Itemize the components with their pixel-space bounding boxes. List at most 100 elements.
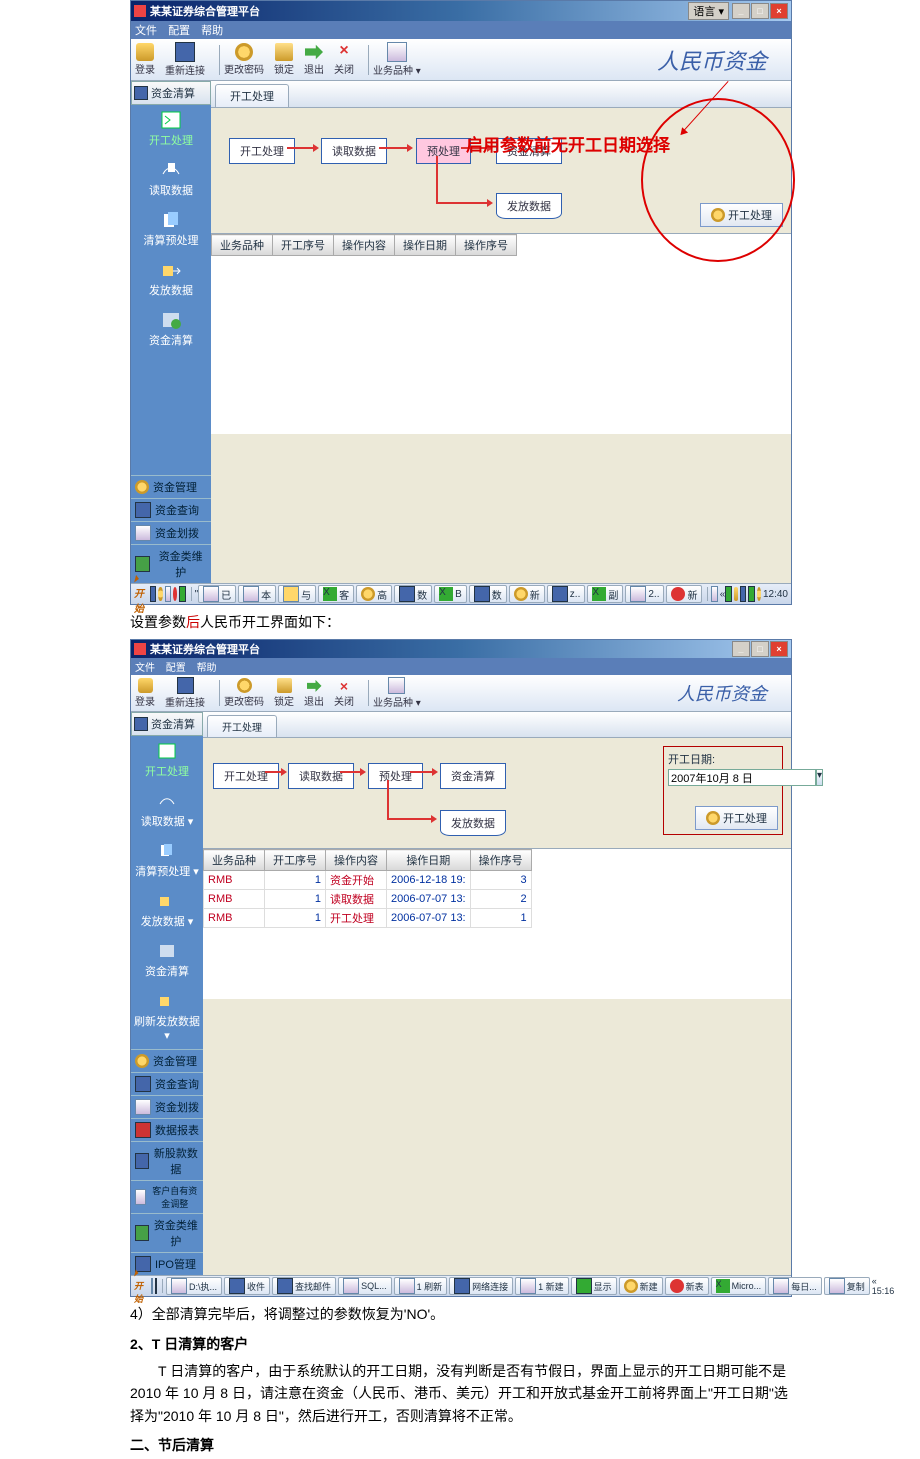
task-btn[interactable]: X客: [318, 585, 354, 603]
col-opdate[interactable]: 操作日期: [387, 850, 471, 871]
tb-logout[interactable]: 退出: [304, 678, 324, 708]
maximize-btn[interactable]: □: [751, 3, 769, 19]
tray-icon[interactable]: [151, 1278, 153, 1294]
minimize-btn[interactable]: _: [732, 3, 750, 19]
col-opdate[interactable]: 操作日期: [395, 235, 456, 256]
sidebar-item-preprocess[interactable]: 清算预处理 ▾: [131, 836, 203, 886]
col-bizkind[interactable]: 业务品种: [204, 850, 265, 871]
tb-bizkind[interactable]: 业务品种 ▾: [373, 42, 421, 77]
tray-icon[interactable]: [179, 586, 185, 602]
sidebar-tab[interactable]: 资金划拨: [131, 1095, 203, 1118]
sidebar-tab[interactable]: 资金查询: [131, 1072, 203, 1095]
tb-login[interactable]: 登录: [135, 678, 155, 708]
sidebar-tab-fund-transfer[interactable]: 资金划拨: [131, 521, 211, 544]
close-btn[interactable]: ×: [770, 3, 788, 19]
task-btn[interactable]: XMicro...: [711, 1277, 767, 1295]
menu-config[interactable]: 配置: [168, 25, 190, 37]
task-btn[interactable]: 新表: [665, 1277, 709, 1295]
sidebar-header[interactable]: 资金清算: [131, 712, 203, 736]
sidebar-header[interactable]: 资金清算: [131, 81, 211, 105]
tb-changepwd[interactable]: 更改密码: [224, 43, 264, 76]
sidebar-tab[interactable]: 资金类维护: [131, 1213, 203, 1252]
task-btn[interactable]: 数: [394, 585, 432, 603]
tray-icon[interactable]: [173, 587, 177, 601]
table-row[interactable]: RMB1读取数据2006-07-07 13:2: [204, 890, 532, 909]
sidebar-tab-fund-mgmt[interactable]: 资金管理: [131, 475, 211, 498]
maximize-btn[interactable]: □: [751, 641, 769, 657]
minimize-btn[interactable]: _: [732, 641, 750, 657]
table-row[interactable]: RMB1开工处理2006-07-07 13:1: [204, 909, 532, 928]
sidebar-item-dispatch[interactable]: 发放数据: [131, 255, 211, 305]
tray-icon[interactable]: [155, 1278, 157, 1294]
sidebar-item-dispatch[interactable]: 发放数据 ▾: [131, 886, 203, 936]
task-btn[interactable]: 高: [356, 585, 392, 603]
task-btn[interactable]: 1 新建: [515, 1277, 569, 1295]
sidebar-item-preprocess[interactable]: 清算预处理: [131, 205, 211, 255]
task-btn[interactable]: 每日...: [768, 1277, 822, 1295]
col-opseq[interactable]: 操作序号: [456, 235, 517, 256]
task-btn[interactable]: 收件: [224, 1277, 270, 1295]
task-btn[interactable]: 1 刷新: [394, 1277, 448, 1295]
menu-config[interactable]: 配置: [166, 663, 186, 674]
task-btn[interactable]: 新建: [619, 1277, 663, 1295]
menu-file[interactable]: 文件: [135, 663, 155, 674]
tb-logout[interactable]: 退出: [304, 43, 324, 76]
task-btn[interactable]: SQL...: [338, 1277, 392, 1295]
tb-bizkind[interactable]: 业务品种 ▾: [373, 677, 421, 709]
tb-login[interactable]: 登录: [135, 43, 155, 76]
sidebar-tab[interactable]: 资金管理: [131, 1049, 203, 1072]
tray-icon[interactable]: [734, 587, 738, 601]
task-btn[interactable]: 与: [278, 585, 316, 603]
tray-icon[interactable]: [725, 586, 731, 602]
tb-close[interactable]: ×关闭: [334, 43, 354, 76]
tray-icon[interactable]: [165, 586, 171, 602]
task-btn[interactable]: 2..: [625, 585, 664, 603]
col-bizkind[interactable]: 业务品种: [212, 235, 273, 256]
tb-close[interactable]: ×关闭: [334, 678, 354, 708]
startwork-button[interactable]: 开工处理: [700, 203, 783, 227]
tray-icon[interactable]: [158, 587, 162, 601]
task-btn[interactable]: 网络连接: [449, 1277, 513, 1295]
sidebar-item-refresh[interactable]: 刷新发放数据 ▾: [131, 986, 203, 1049]
task-btn[interactable]: 数: [469, 585, 507, 603]
sidebar-tab[interactable]: 客户自有资金调整: [131, 1180, 203, 1213]
tb-reconnect[interactable]: 重新连接: [165, 677, 205, 709]
sidebar-item-start[interactable]: 开工处理: [131, 736, 203, 786]
sidebar-item-settle[interactable]: 资金清算: [131, 305, 211, 355]
startdate-input[interactable]: [668, 769, 816, 786]
tray-icon[interactable]: [150, 586, 156, 602]
col-opcontent[interactable]: 操作内容: [326, 850, 387, 871]
sidebar-tab[interactable]: 新股款数据: [131, 1141, 203, 1180]
tb-lock[interactable]: 锁定: [274, 43, 294, 76]
col-opseq[interactable]: 操作序号: [470, 850, 531, 871]
startwork-button[interactable]: 开工处理: [695, 806, 778, 830]
tray-icon[interactable]: [740, 586, 746, 602]
task-btn[interactable]: 显示: [571, 1277, 617, 1295]
task-btn[interactable]: z..: [547, 585, 586, 603]
window-language[interactable]: 语言 ▾: [688, 2, 729, 20]
task-btn[interactable]: X副: [587, 585, 623, 603]
tb-lock[interactable]: 锁定: [274, 678, 294, 708]
startdate-dropdown[interactable]: ▾: [816, 769, 823, 786]
tray-icon[interactable]: [757, 587, 761, 601]
col-seq[interactable]: 开工序号: [265, 850, 326, 871]
tray-icon[interactable]: [748, 586, 754, 602]
task-btn[interactable]: 已: [198, 585, 236, 603]
sidebar-item-read[interactable]: 读取数据: [131, 155, 211, 205]
menu-help[interactable]: 帮助: [197, 663, 217, 674]
tab-startwork[interactable]: 开工处理: [215, 84, 289, 107]
sidebar-item-start[interactable]: 开工处理: [131, 105, 211, 155]
task-btn[interactable]: 新: [666, 585, 702, 603]
tb-changepwd[interactable]: 更改密码: [224, 678, 264, 708]
col-opcontent[interactable]: 操作内容: [334, 235, 395, 256]
task-btn[interactable]: D:\执...: [166, 1277, 222, 1295]
tb-reconnect[interactable]: 重新连接: [165, 42, 205, 77]
task-btn[interactable]: 查找邮件: [272, 1277, 336, 1295]
col-seq[interactable]: 开工序号: [273, 235, 334, 256]
sidebar-tab-fund-query[interactable]: 资金查询: [131, 498, 211, 521]
task-btn[interactable]: XB: [434, 585, 467, 603]
sidebar-tab[interactable]: 数据报表: [131, 1118, 203, 1141]
table-row[interactable]: RMB1资金开始2006-12-18 19:3: [204, 871, 532, 890]
start-button[interactable]: 🞂开始: [134, 1268, 143, 1305]
menu-file[interactable]: 文件: [135, 25, 157, 37]
